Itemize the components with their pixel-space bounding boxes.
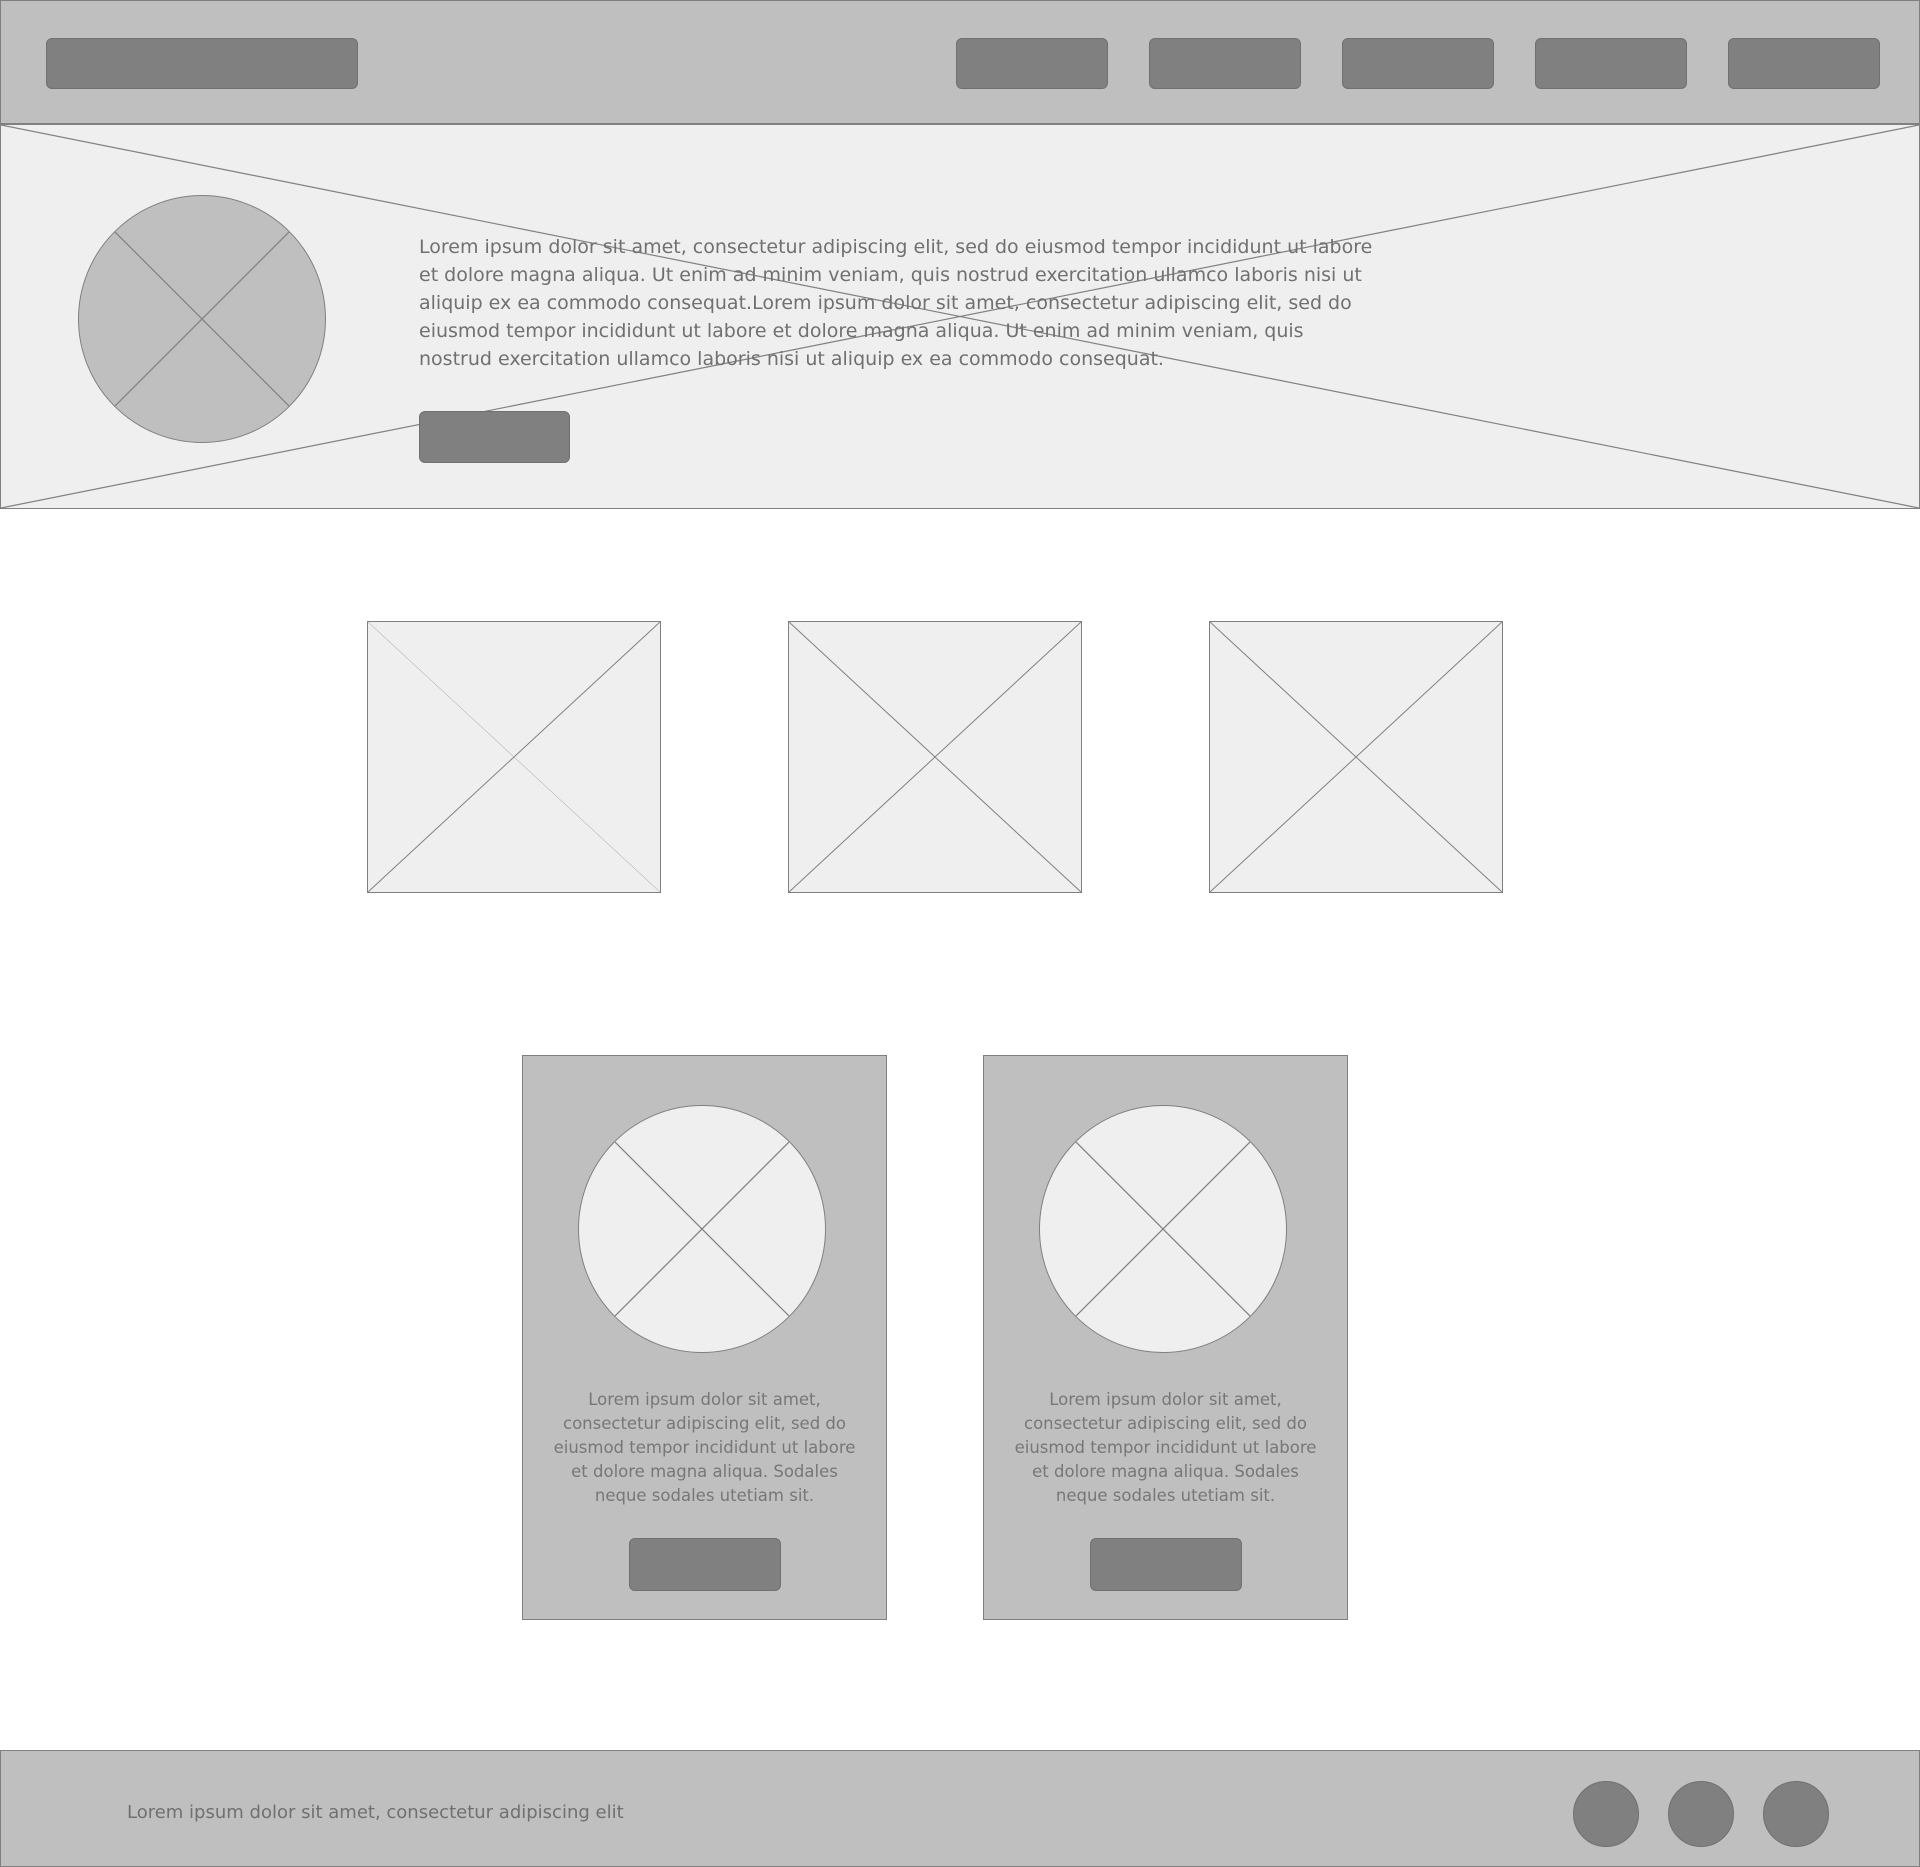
card-button[interactable] xyxy=(1090,1538,1242,1591)
card-2: Lorem ipsum dolor sit amet, consectetur … xyxy=(983,1055,1348,1620)
card-text: Lorem ipsum dolor sit amet, consectetur … xyxy=(553,1390,856,1505)
image-placeholder-1 xyxy=(367,621,661,893)
logo-placeholder[interactable] xyxy=(46,38,358,89)
hero-banner: Lorem ipsum dolor sit amet, consectetur … xyxy=(0,124,1920,509)
top-nav xyxy=(0,0,1920,124)
social-icon-1[interactable] xyxy=(1573,1781,1639,1847)
footer: Lorem ipsum dolor sit amet, consectetur … xyxy=(0,1750,1920,1867)
hero-cta-button[interactable] xyxy=(419,411,570,463)
nav-button-2[interactable] xyxy=(1149,38,1301,89)
nav-button-3[interactable] xyxy=(1342,38,1494,89)
nav-button-5[interactable] xyxy=(1728,38,1880,89)
image-placeholder-2 xyxy=(788,621,1082,893)
social-icon-3[interactable] xyxy=(1763,1781,1829,1847)
hero-text: Lorem ipsum dolor sit amet, consectetur … xyxy=(419,236,1373,370)
social-icon-2[interactable] xyxy=(1668,1781,1734,1847)
card-image-placeholder xyxy=(578,1105,826,1353)
card-button[interactable] xyxy=(629,1538,781,1591)
hero-avatar-placeholder xyxy=(78,195,326,443)
nav-button-1[interactable] xyxy=(956,38,1108,89)
nav-button-4[interactable] xyxy=(1535,38,1687,89)
card-text: Lorem ipsum dolor sit amet, consectetur … xyxy=(1014,1390,1317,1505)
card-1: Lorem ipsum dolor sit amet, consectetur … xyxy=(522,1055,887,1620)
card-image-placeholder xyxy=(1039,1105,1287,1353)
image-placeholder-3 xyxy=(1209,621,1503,893)
footer-text: Lorem ipsum dolor sit amet, consectetur … xyxy=(127,1802,624,1823)
